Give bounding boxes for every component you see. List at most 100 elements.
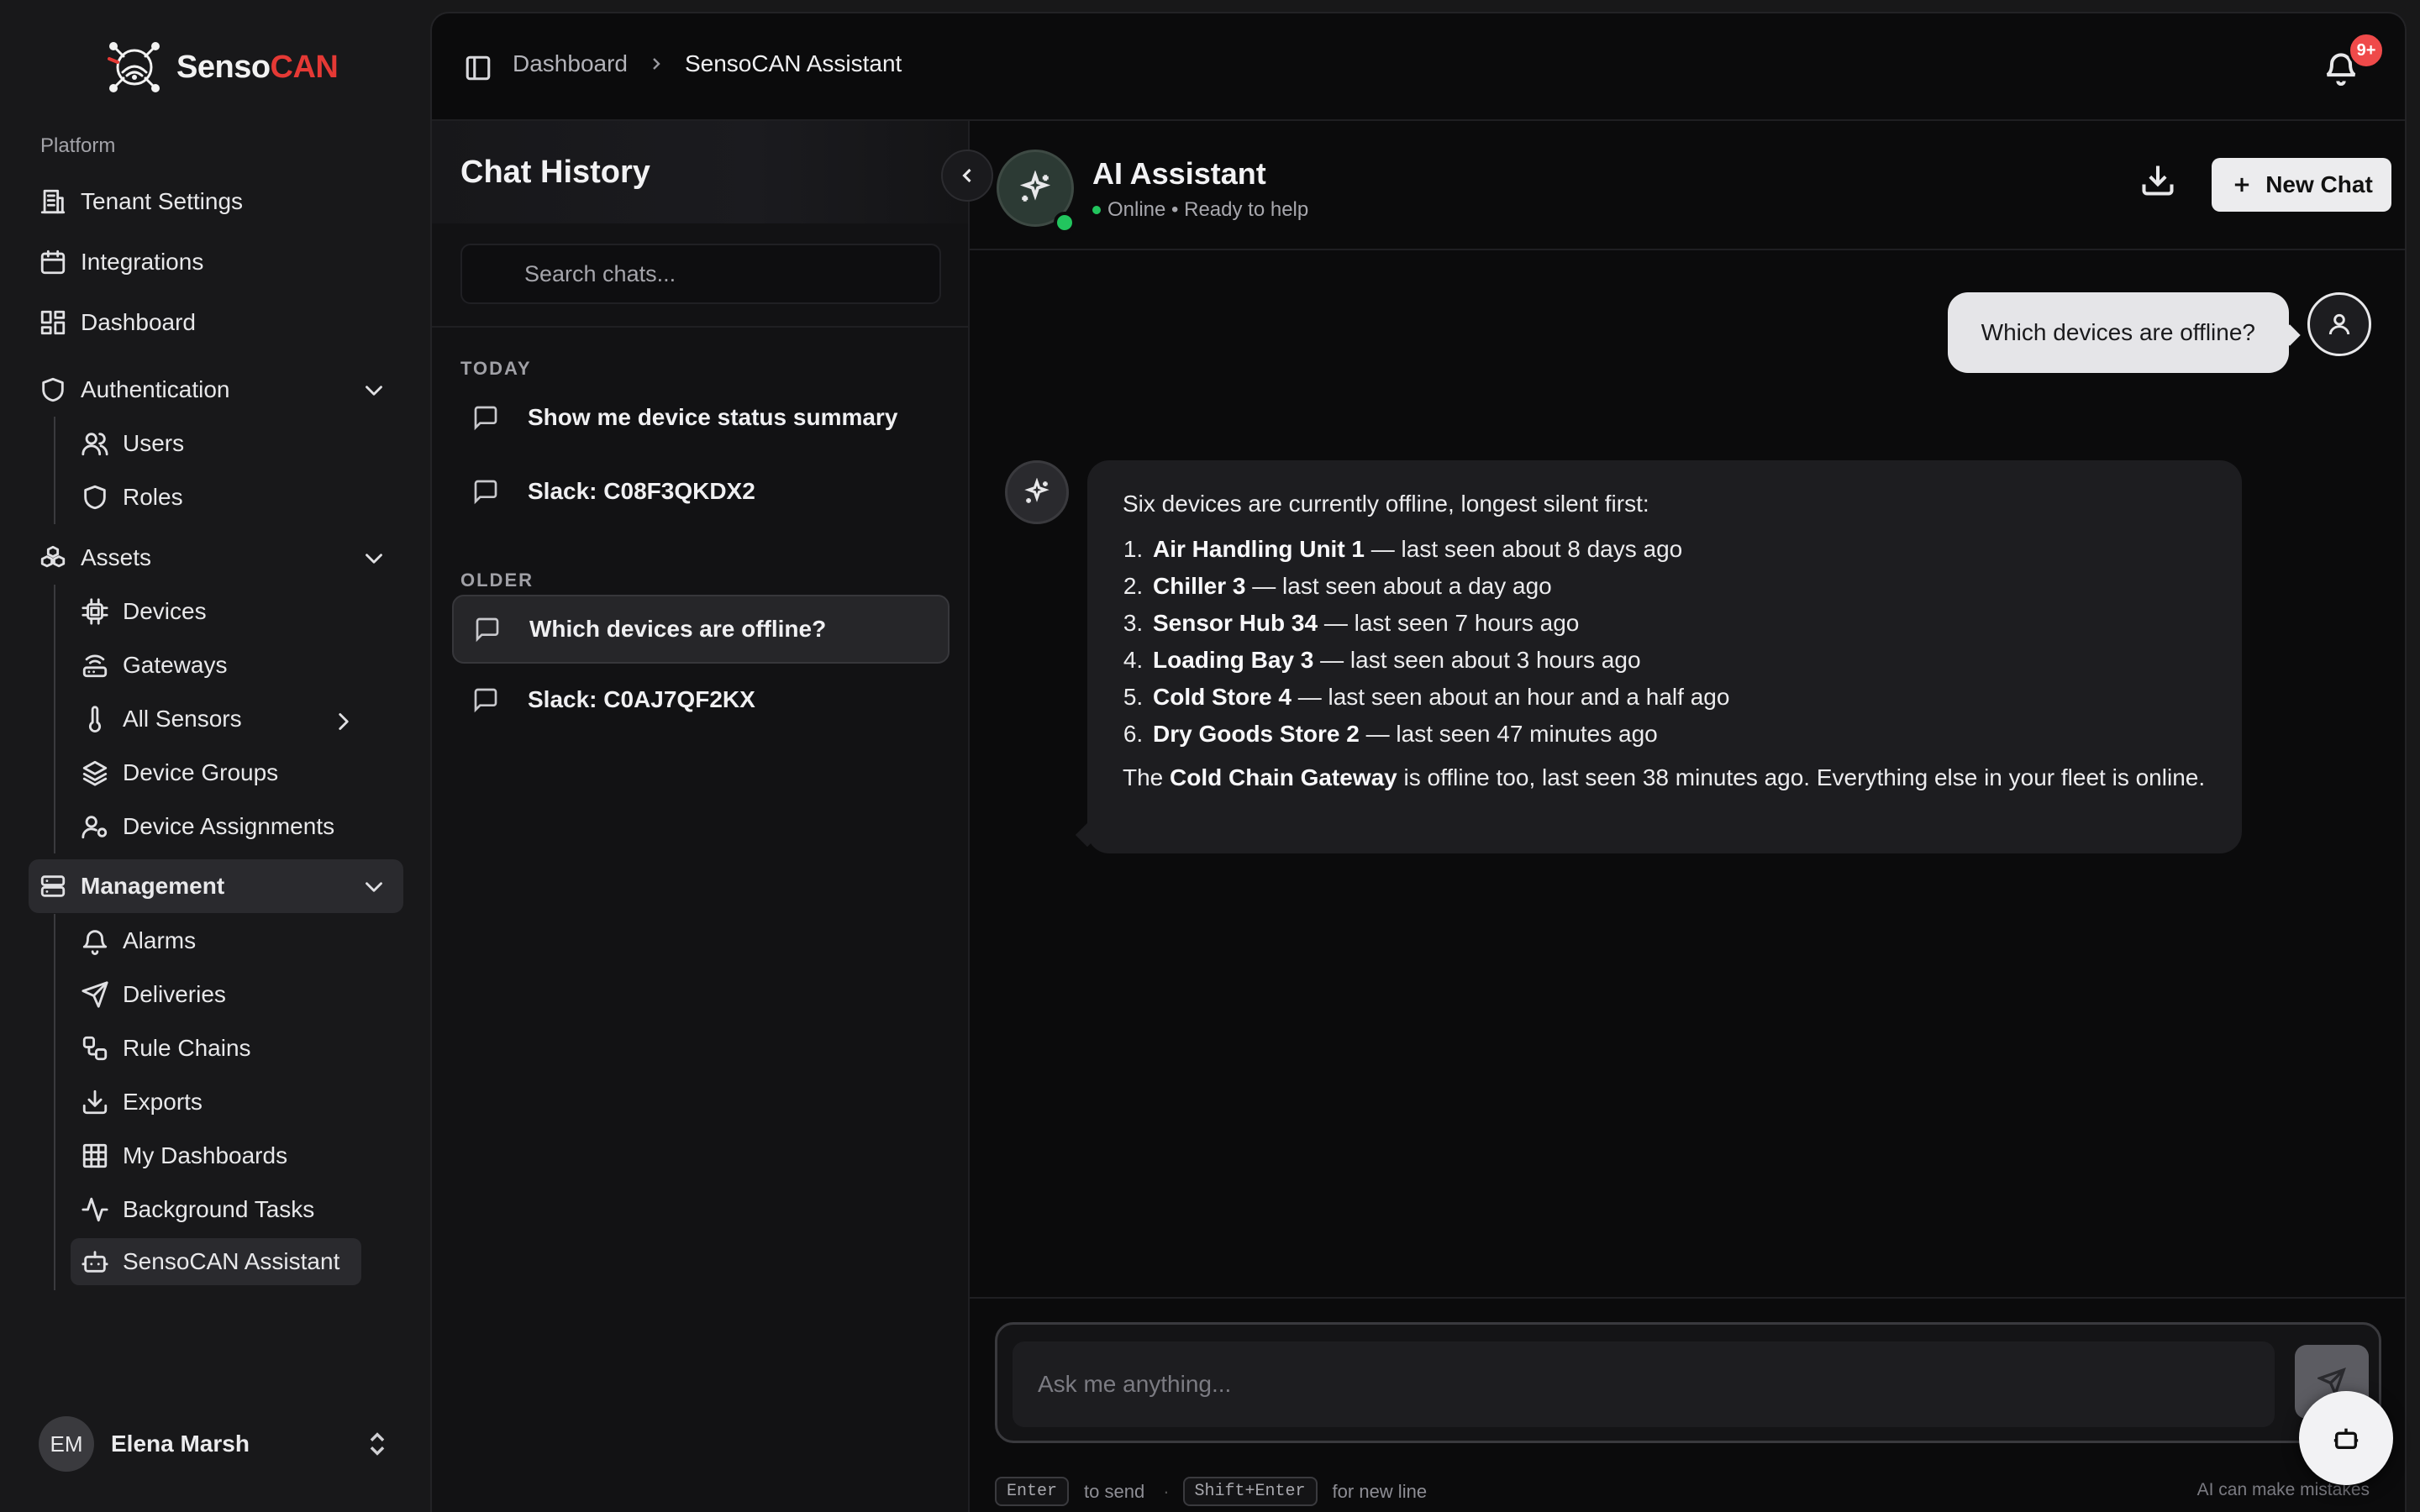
message-square-icon — [474, 688, 497, 713]
sidebar-item-deliveries[interactable]: Deliveries — [71, 968, 361, 1021]
sidebar-item-label: Gateways — [123, 652, 228, 678]
sidebar-item-label: Device Assignments — [123, 813, 335, 839]
online-indicator — [1054, 212, 1076, 234]
sidebar-item-sensocan-assistant[interactable]: SensoCAN Assistant — [71, 1238, 361, 1285]
composer-area: Enter to send · Shift+Enter for new line… — [970, 1297, 2405, 1512]
message-input[interactable] — [1013, 1341, 2275, 1427]
chat-search — [432, 223, 968, 328]
sidebar-item-management[interactable]: Management — [29, 859, 403, 913]
assistant-message-avatar — [1005, 460, 1069, 524]
kbd-shift-enter: Shift+Enter — [1182, 1477, 1318, 1506]
sidebar-item-background-tasks[interactable]: Background Tasks — [71, 1183, 361, 1236]
user-name: Elena Marsh — [111, 1431, 250, 1457]
sidebar-item-alarms[interactable]: Alarms — [71, 914, 361, 968]
activity-icon — [82, 1197, 108, 1222]
topbar: Dashboard SensoCAN Assistant 9+ — [432, 13, 2405, 121]
sidebar-item-exports[interactable]: Exports — [71, 1075, 361, 1129]
message-square-icon — [476, 617, 499, 643]
router-icon — [82, 654, 108, 678]
chat-history-item[interactable]: Slack: C08F3QKDX2 — [452, 457, 950, 526]
sidebar: SensoCAN Platform Tenant Settings Integr… — [0, 0, 430, 1512]
new-chat-label: New Chat — [2265, 171, 2373, 197]
sidebar-toggle-icon[interactable] — [464, 54, 492, 82]
calendar-icon — [40, 249, 66, 275]
chat-history-item[interactable]: Show me device status summary — [452, 383, 950, 452]
sidebar-item-label: Deliveries — [123, 981, 226, 1007]
brand-name: SensoCAN — [176, 49, 339, 85]
sidebar-item-label: Devices — [123, 598, 207, 624]
list-item: Air Handling Unit 1 — last seen about 8 … — [1150, 531, 2207, 568]
sidebar-item-label: Alarms — [123, 927, 197, 953]
sidebar-item-label: Authentication — [81, 376, 230, 402]
breadcrumb-dashboard[interactable]: Dashboard — [513, 50, 628, 77]
sidebar-item-all-sensors[interactable]: All Sensors — [71, 692, 361, 746]
hint-separator: · — [1163, 1480, 1170, 1502]
sparkles-icon — [1024, 478, 1050, 503]
user-icon — [2328, 313, 2350, 335]
sidebar-item-gateways[interactable]: Gateways — [71, 638, 361, 692]
sidebar-item-dashboard[interactable]: Dashboard — [29, 296, 403, 349]
sidebar-item-label: Management — [81, 873, 225, 899]
sparkles-icon — [1019, 171, 1051, 202]
bell-icon — [82, 930, 108, 955]
sidebar-item-authentication[interactable]: Authentication — [29, 363, 403, 417]
sidebar-item-roles[interactable]: Roles — [71, 470, 361, 524]
status-dot — [1092, 206, 1101, 214]
workflow-icon — [82, 1036, 108, 1061]
sidebar-item-label: All Sensors — [123, 706, 242, 732]
notification-badge: 9+ — [2348, 32, 2385, 69]
sidebar-item-rule-chains[interactable]: Rule Chains — [71, 1021, 361, 1075]
chat-history-item-label: Show me device status summary — [528, 404, 898, 430]
sidebar-item-my-dashboards[interactable]: My Dashboards — [71, 1129, 361, 1183]
brand-logo[interactable]: SensoCAN — [101, 34, 339, 101]
hint-send-text: to send — [1084, 1480, 1145, 1502]
sidebar-item-users[interactable]: Users — [71, 417, 361, 470]
collapse-history-button[interactable] — [941, 150, 993, 202]
sidebar-item-label: Assets — [81, 544, 152, 570]
sidebar-item-devices[interactable]: Devices — [71, 585, 361, 638]
chat-history-item-selected[interactable]: Which devices are offline? — [452, 595, 950, 664]
sidebar-item-assets[interactable]: Assets — [29, 531, 403, 585]
sidebar-item-tenant-settings[interactable]: Tenant Settings — [29, 175, 403, 228]
tree-line — [54, 417, 55, 524]
sidebar-item-integrations[interactable]: Integrations — [29, 235, 403, 289]
breadcrumb-current: SensoCAN Assistant — [684, 50, 902, 76]
new-chat-button[interactable]: New Chat — [2212, 158, 2391, 212]
chat-history-item[interactable]: Slack: C0AJ7QF2KX — [452, 665, 950, 734]
dashboard-icon — [40, 310, 66, 335]
user-menu[interactable]: EM Elena Marsh — [39, 1415, 392, 1473]
list-item: Dry Goods Store 2 — last seen 47 minutes… — [1150, 716, 2207, 753]
assistant-name: AI Assistant — [1092, 156, 1266, 191]
reply-outro: The Cold Chain Gateway is offline too, l… — [1123, 764, 2206, 790]
section-label-platform: Platform — [40, 134, 116, 157]
list-item: Sensor Hub 34 — last seen 7 hours ago — [1150, 605, 2207, 642]
chat-header: AI Assistant Online • Ready to help New … — [970, 121, 2405, 250]
sidebar-item-label: Rule Chains — [123, 1035, 251, 1061]
keyboard-hints: Enter to send · Shift+Enter for new line — [995, 1477, 1442, 1506]
chevron-right-icon — [653, 58, 660, 70]
assistant-status: Online • Ready to help — [1092, 198, 1308, 222]
sidebar-item-device-assignments[interactable]: Device Assignments — [71, 800, 361, 853]
search-chats-input[interactable] — [460, 244, 941, 304]
user-message-avatar — [2307, 292, 2371, 356]
group-label-older: OLDER — [460, 570, 534, 591]
assistant-fab-button[interactable] — [2299, 1391, 2393, 1485]
tree-line — [54, 914, 55, 1290]
hint-newline-text: for new line — [1332, 1480, 1428, 1502]
chevrons-up-down-icon — [370, 1432, 385, 1456]
bot-icon — [2333, 1428, 2359, 1450]
kbd-enter: Enter — [995, 1477, 1070, 1506]
chat-history-item-label: Slack: C0AJ7QF2KX — [528, 686, 755, 712]
sidebar-item-device-groups[interactable]: Device Groups — [71, 746, 361, 800]
boxes-icon — [40, 545, 66, 568]
sidebar-item-label: Background Tasks — [123, 1196, 315, 1222]
sidebar-item-label: Tenant Settings — [81, 188, 244, 214]
reply-intro: Six devices are currently offline, longe… — [1123, 491, 1649, 517]
avatar: EM — [39, 1416, 94, 1472]
download-icon[interactable] — [2139, 161, 2176, 198]
shield-icon — [84, 485, 106, 510]
thermometer-icon — [88, 706, 102, 732]
chat-history-item-label: Slack: C08F3QKDX2 — [528, 478, 755, 504]
chevron-down-icon — [366, 386, 382, 396]
chevron-down-icon — [366, 882, 382, 892]
